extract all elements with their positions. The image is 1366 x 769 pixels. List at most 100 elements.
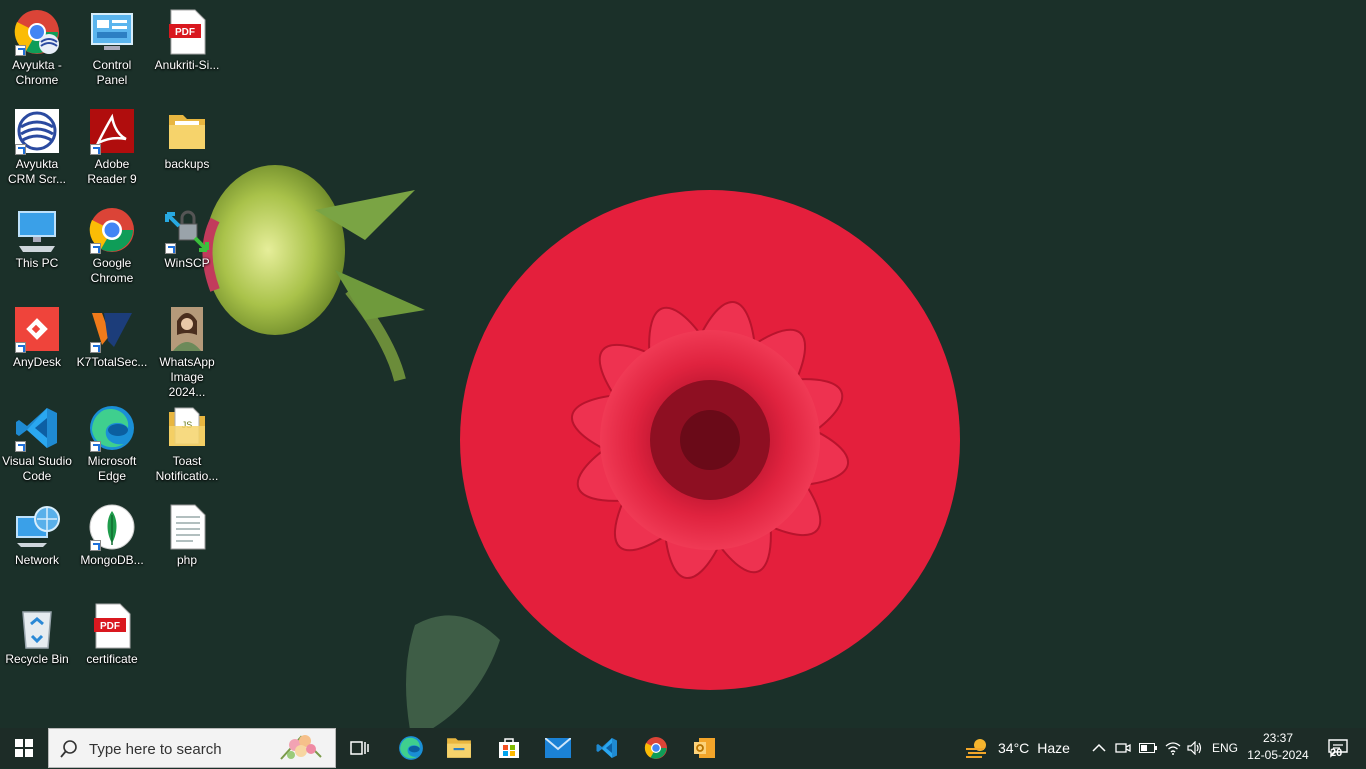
outlook-icon <box>694 738 715 758</box>
edge-icon <box>399 736 423 760</box>
taskbar-search-box[interactable]: Type here to search <box>48 728 336 768</box>
clock[interactable]: 23:37 12-05-2024 <box>1246 730 1310 764</box>
taskbar-vscode-button[interactable] <box>586 728 628 768</box>
desktop-icon-k7totalsecurity[interactable]: K7TotalSec... <box>75 299 149 395</box>
network-icon <box>13 503 61 551</box>
pdf-file-icon: PDF <box>163 8 211 56</box>
language-indicator[interactable]: ENG <box>1208 728 1242 768</box>
taskbar: Type here to search 34°C Haze ENG 23:37 … <box>0 728 1366 768</box>
wifi-button[interactable] <box>1162 728 1184 768</box>
wallpaper-dahlia <box>202 165 960 728</box>
computer-icon <box>13 206 61 254</box>
windows-logo-icon <box>15 739 33 757</box>
adobe-reader-icon <box>88 107 136 155</box>
desktop-icon-label: Network <box>14 553 59 567</box>
notification-count-badge: 20 <box>1330 747 1343 759</box>
winscp-icon <box>163 206 211 254</box>
weather-widget[interactable]: 34°C Haze <box>964 728 1072 768</box>
desktop-icon-label: Control Panel <box>92 58 132 87</box>
chrome-icon <box>13 8 61 56</box>
folder-icon <box>447 738 471 758</box>
desktop-icon-label: certificate <box>86 652 138 666</box>
desktop-icon-anukriti-pdf[interactable]: PDF Anukriti-Si... <box>150 2 224 98</box>
edge-icon <box>88 404 136 452</box>
haze-weather-icon <box>966 739 986 758</box>
desktop-icon-toast-notification[interactable]: JS Toast Notificatio... <box>150 398 224 494</box>
desktop-icon-control-panel[interactable]: Control Panel <box>75 2 149 98</box>
anydesk-icon <box>13 305 61 353</box>
k7-icon <box>88 305 136 353</box>
taskbar-file-explorer-button[interactable] <box>438 728 480 768</box>
taskbar-edge-button[interactable] <box>390 728 432 768</box>
speaker-icon <box>1187 741 1202 755</box>
mongodb-icon <box>88 503 136 551</box>
battery-button[interactable] <box>1136 728 1160 768</box>
desktop-icon-avyukta-crm[interactable]: Avyukta CRM Scr... <box>0 101 74 197</box>
avyukta-crm-icon <box>13 107 61 155</box>
desktop-icon-label: Recycle Bin <box>5 652 69 666</box>
weather-condition: Haze <box>1037 740 1070 756</box>
desktop[interactable]: Avyukta - Chrome Avyukta CRM Scr... This… <box>0 0 1366 728</box>
vscode-icon <box>13 404 61 452</box>
desktop-icon-label: AnyDesk <box>12 355 62 369</box>
show-hidden-icons-button[interactable] <box>1088 728 1110 768</box>
desktop-icon-label: Anukriti-Si... <box>154 58 220 72</box>
desktop-icon-network[interactable]: Network <box>0 497 74 593</box>
mail-icon <box>545 738 571 758</box>
search-placeholder: Type here to search <box>89 741 222 758</box>
wifi-icon <box>1165 742 1181 755</box>
task-view-button[interactable] <box>340 728 380 768</box>
desktop-icon-label: MongoDB... <box>80 553 144 567</box>
search-icon <box>60 740 77 758</box>
battery-icon <box>1139 743 1157 753</box>
text-file-icon <box>163 503 211 551</box>
desktop-icon-winscp[interactable]: WinSCP <box>150 200 224 296</box>
weather-temp: 34°C <box>998 740 1030 756</box>
desktop-icon-label: Toast Notificatio... <box>155 454 219 483</box>
svg-text:PDF: PDF <box>175 27 195 38</box>
desktop-icon-label: backups <box>164 157 210 171</box>
taskbar-chrome-button[interactable] <box>635 728 677 768</box>
desktop-icon-whatsapp-image[interactable]: WhatsApp Image 2024... <box>150 299 224 399</box>
store-icon <box>499 738 519 758</box>
desktop-icon-label: php <box>176 553 198 567</box>
desktop-icon-adobe-reader[interactable]: Adobe Reader 9 <box>75 101 149 197</box>
svg-text:PDF: PDF <box>100 621 120 632</box>
desktop-icon-label: This PC <box>15 256 59 270</box>
camera-icon <box>1115 743 1131 753</box>
desktop-icon-avyukta-chrome[interactable]: Avyukta - Chrome <box>0 2 74 98</box>
desktop-icon-label: Google Chrome <box>90 256 134 285</box>
desktop-icon-backups[interactable]: backups <box>150 101 224 197</box>
desktop-icon-label: Visual Studio Code <box>2 454 72 483</box>
chevron-up-icon <box>1092 743 1106 752</box>
js-file-icon: JS <box>163 404 211 452</box>
recycle-bin-icon <box>13 602 61 650</box>
folder-icon <box>163 107 211 155</box>
desktop-icon-microsoft-edge[interactable]: Microsoft Edge <box>75 398 149 494</box>
taskbar-store-button[interactable] <box>488 728 530 768</box>
desktop-icon-label: Avyukta CRM Scr... <box>7 157 66 186</box>
vscode-icon <box>596 738 617 758</box>
chrome-icon <box>88 206 136 254</box>
desktop-icon-certificate[interactable]: PDF certificate <box>75 596 149 692</box>
control-panel-icon <box>88 8 136 56</box>
volume-button[interactable] <box>1184 728 1206 768</box>
desktop-icon-label: Avyukta - Chrome <box>12 58 62 87</box>
desktop-icon-visual-studio-code[interactable]: Visual Studio Code <box>0 398 74 494</box>
desktop-icon-label: K7TotalSec... <box>76 355 148 369</box>
desktop-icon-mongodb[interactable]: MongoDB... <box>75 497 149 593</box>
clock-date: 12-05-2024 <box>1247 748 1309 762</box>
desktop-icon-label: Microsoft Edge <box>87 454 137 483</box>
clock-time: 23:37 <box>1262 731 1294 745</box>
desktop-icon-google-chrome[interactable]: Google Chrome <box>75 200 149 296</box>
desktop-icon-anydesk[interactable]: AnyDesk <box>0 299 74 395</box>
meet-now-button[interactable] <box>1112 728 1134 768</box>
taskbar-outlook-button[interactable] <box>684 728 726 768</box>
taskbar-mail-button[interactable] <box>537 728 579 768</box>
desktop-icon-recycle-bin[interactable]: Recycle Bin <box>0 596 74 692</box>
desktop-icon-this-pc[interactable]: This PC <box>0 200 74 296</box>
desktop-icon-label: Adobe Reader 9 <box>87 157 137 186</box>
task-view-icon <box>350 741 369 755</box>
start-button[interactable] <box>0 728 48 768</box>
desktop-icon-php[interactable]: php <box>150 497 224 593</box>
